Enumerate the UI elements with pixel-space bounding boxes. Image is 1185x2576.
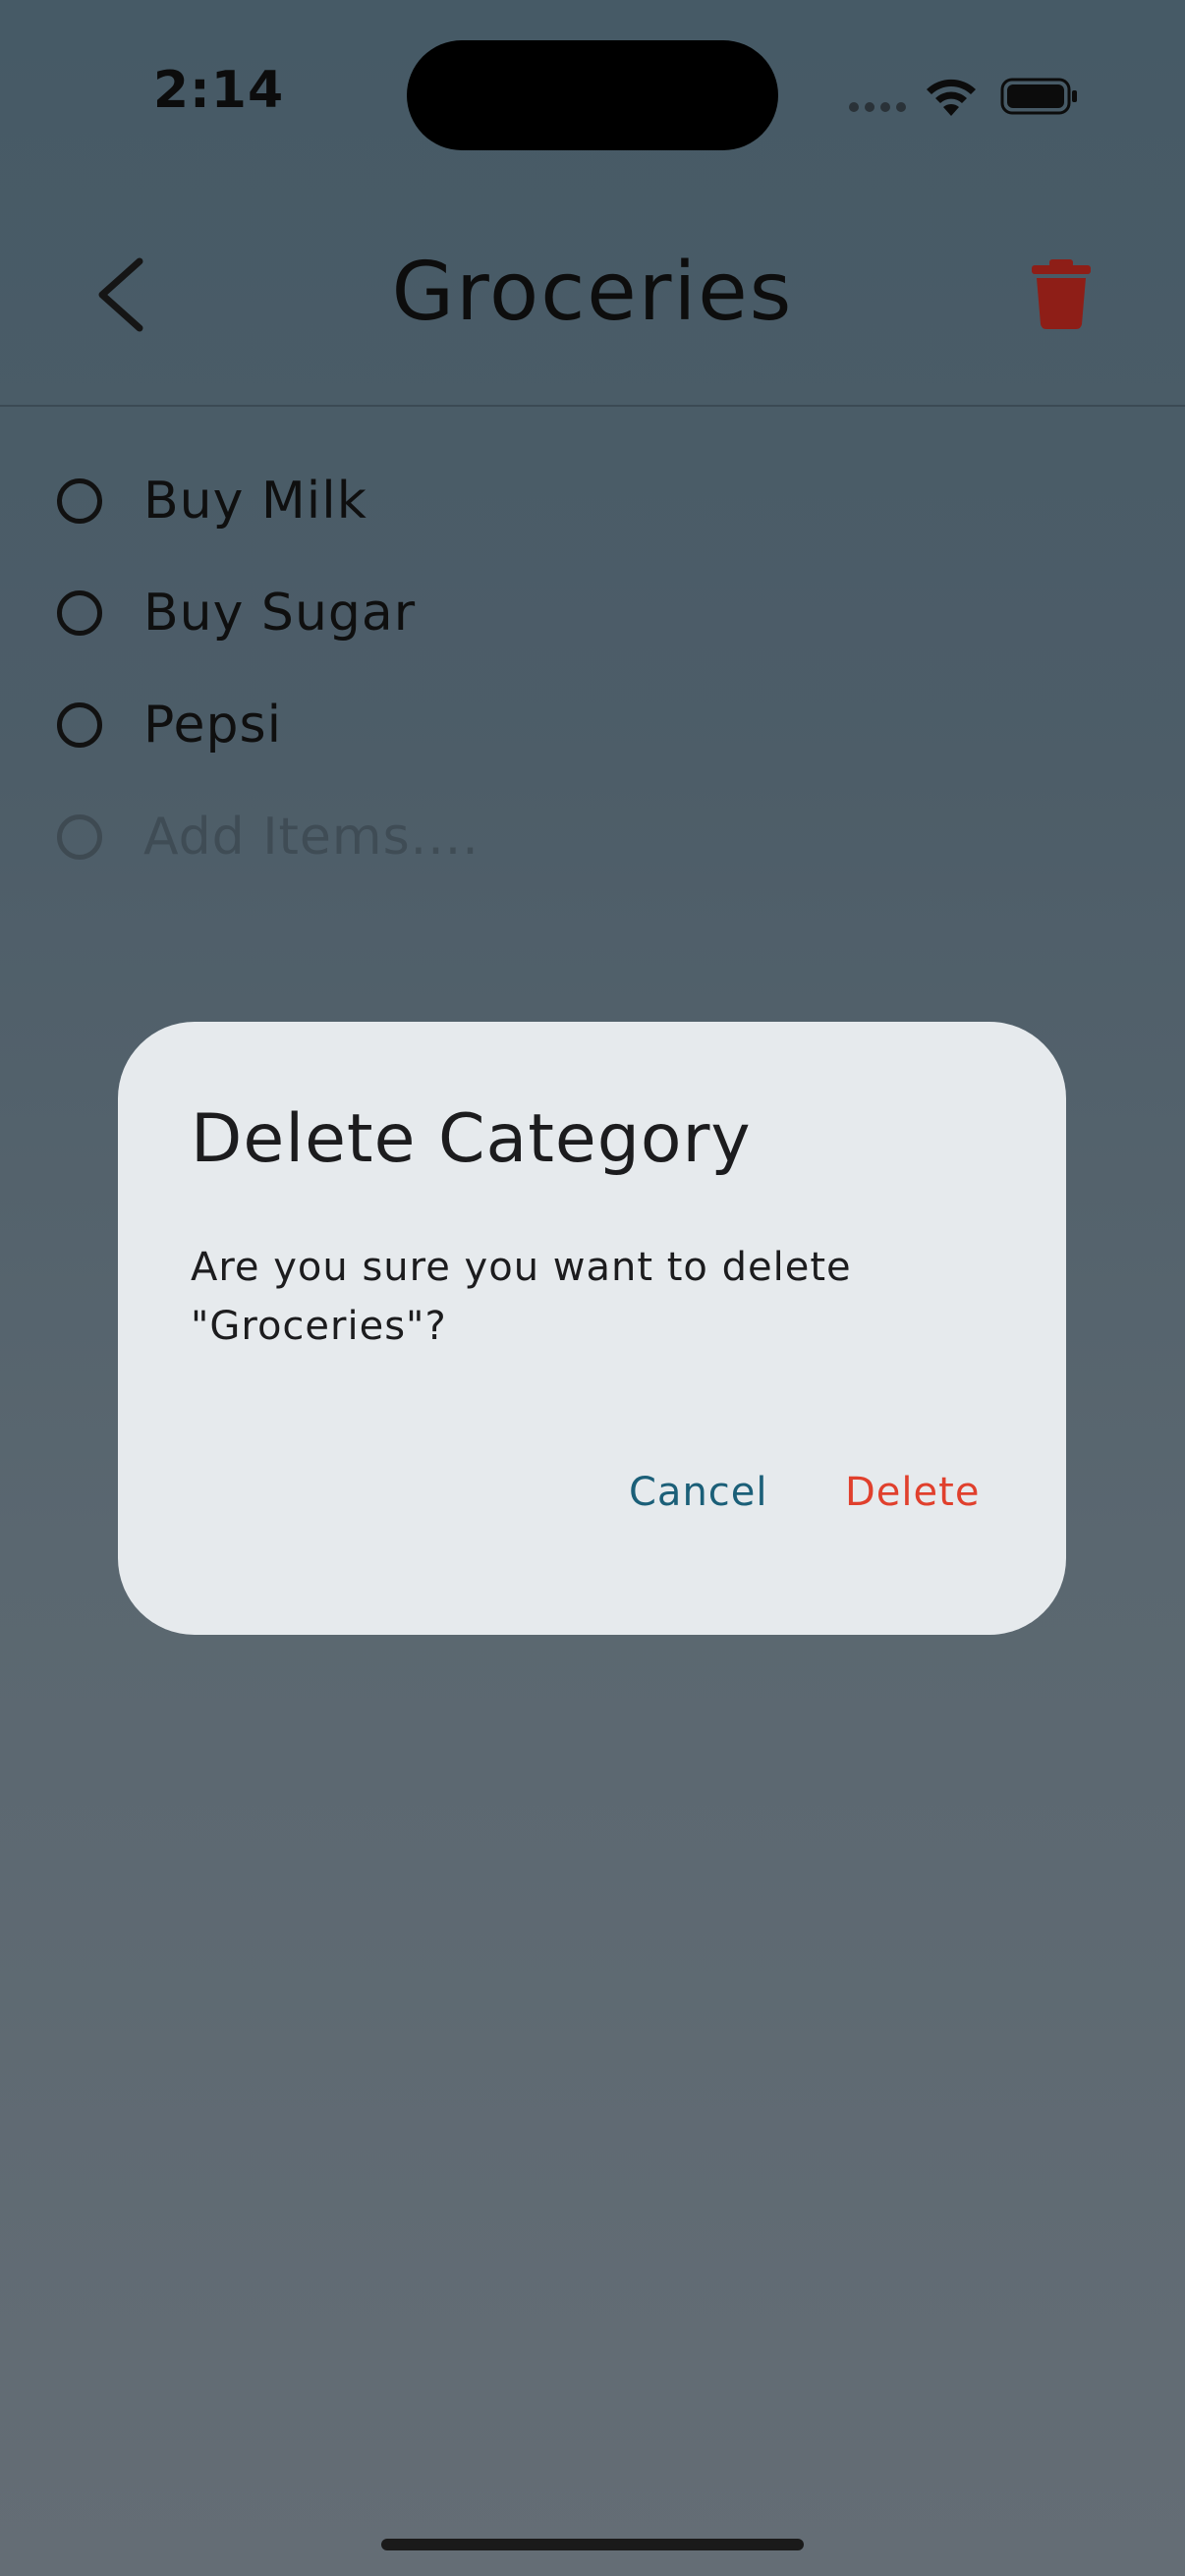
item-checkbox[interactable] [57, 590, 102, 636]
item-label: Buy Milk [143, 472, 367, 531]
item-checkbox[interactable] [57, 702, 102, 748]
confirm-delete-button[interactable]: Delete [845, 1470, 980, 1515]
add-item-row[interactable]: Add Items.... [57, 798, 480, 876]
wifi-icon [927, 79, 976, 116]
status-time: 2:14 [152, 61, 285, 120]
dialog-message: Are you sure you want to delete "Groceri… [191, 1238, 859, 1356]
delete-category-button[interactable] [1030, 257, 1093, 330]
cellular-signal-icon [849, 102, 906, 112]
dynamic-island [407, 40, 778, 150]
battery-icon [1000, 78, 1077, 115]
trash-icon [1032, 259, 1091, 329]
item-label: Pepsi [143, 696, 283, 755]
header-divider [0, 405, 1185, 407]
add-item-checkbox [57, 814, 102, 860]
item-label: Buy Sugar [143, 584, 417, 643]
back-button[interactable] [90, 253, 157, 336]
item-checkbox[interactable] [57, 478, 102, 524]
chevron-left-icon [98, 257, 143, 332]
dialog-message-line: Are you sure you want to delete [191, 1245, 852, 1290]
dialog-message-line: "Groceries"? [191, 1304, 447, 1349]
dialog-title: Delete Category [191, 1100, 752, 1178]
home-indicator[interactable] [381, 2539, 804, 2550]
delete-category-dialog: Delete Category Are you sure you want to… [118, 1022, 1066, 1635]
list-item[interactable]: Buy Sugar [57, 574, 416, 652]
page-title: Groceries [391, 246, 794, 339]
list-item[interactable]: Buy Milk [57, 462, 367, 540]
add-item-input[interactable]: Add Items.... [143, 808, 480, 867]
cancel-button[interactable]: Cancel [629, 1470, 768, 1515]
list-item[interactable]: Pepsi [57, 686, 282, 764]
